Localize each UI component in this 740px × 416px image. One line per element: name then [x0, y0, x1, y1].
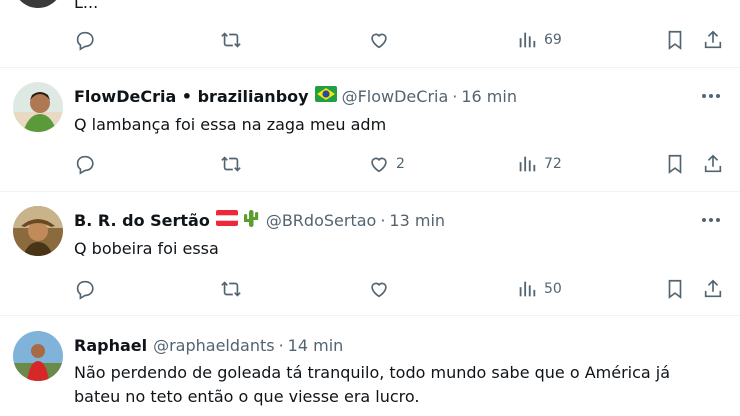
display-name[interactable]: B. R. do Sertão — [74, 211, 210, 230]
share-icon — [704, 30, 722, 49]
post-text: L... — [74, 0, 99, 12]
separator: · — [380, 210, 386, 230]
more-button[interactable] — [700, 86, 722, 106]
share-icon — [704, 279, 722, 298]
views-icon — [519, 156, 536, 172]
user-handle[interactable]: @FlowDeCria — [342, 87, 449, 106]
bookmark-icon — [668, 30, 682, 50]
like-button[interactable] — [368, 277, 390, 301]
more-icon — [702, 94, 706, 98]
retweet-icon — [221, 32, 241, 48]
like-button[interactable]: 2 — [368, 152, 405, 176]
brazil-flag-icon — [314, 86, 337, 106]
post-0[interactable]: L... 69 — [0, 0, 740, 68]
avatar[interactable] — [13, 0, 63, 8]
reply-icon — [76, 280, 94, 300]
action-bar: 2 72 — [74, 152, 726, 176]
views-count: 50 — [544, 281, 562, 297]
post-2[interactable]: B. R. do Sertão @BRdoSertao · 13 min Q b… — [0, 192, 740, 316]
avatar[interactable] — [13, 82, 63, 132]
more-button[interactable] — [700, 210, 722, 230]
separator: · — [278, 335, 284, 355]
cactus-icon — [241, 208, 261, 232]
like-icon — [371, 157, 387, 173]
separator: · — [452, 86, 458, 106]
reply-icon — [76, 31, 94, 51]
bookmark-icon — [668, 154, 682, 174]
display-name[interactable]: FlowDeCria • brazilianboy — [74, 87, 309, 106]
share-button[interactable] — [702, 277, 724, 301]
reply-button[interactable] — [74, 152, 96, 176]
action-bar: 50 — [74, 277, 726, 301]
post-text: Q lambança foi essa na zaga meu adm — [74, 115, 387, 134]
retweet-button[interactable] — [220, 152, 242, 176]
post-header: Raphael @raphaeldants · 14 min — [74, 334, 343, 356]
like-icon — [371, 33, 387, 49]
retweet-icon — [221, 281, 241, 297]
views-button[interactable]: 50 — [516, 277, 562, 301]
user-handle[interactable]: @BRdoSertao — [266, 211, 376, 230]
more-icon-dot — [709, 218, 713, 222]
post-time[interactable]: 14 min — [288, 336, 344, 355]
views-icon — [519, 281, 536, 297]
post-header: FlowDeCria • brazilianboy @FlowDeCria · … — [74, 85, 517, 107]
display-name[interactable]: Raphael — [74, 336, 147, 355]
retweet-button[interactable] — [220, 277, 242, 301]
like-button[interactable] — [368, 28, 390, 52]
likes-count: 2 — [396, 156, 405, 172]
like-icon — [371, 282, 387, 298]
retweet-icon — [221, 156, 241, 172]
more-icon — [702, 218, 706, 222]
post-time[interactable]: 16 min — [461, 87, 517, 106]
bookmark-button[interactable] — [664, 277, 686, 301]
post-time[interactable]: 13 min — [389, 211, 445, 230]
bookmark-icon — [668, 279, 682, 299]
views-count: 72 — [544, 156, 562, 172]
reply-button[interactable] — [74, 277, 96, 301]
post-text-line: Não perdendo de goleada tá tranquilo, to… — [74, 363, 671, 382]
more-icon-dot — [716, 218, 720, 222]
post-text: Q bobeira foi essa — [74, 239, 219, 258]
views-button[interactable]: 72 — [516, 152, 562, 176]
share-icon — [704, 154, 722, 173]
avatar[interactable] — [13, 331, 63, 381]
views-button[interactable]: 69 — [516, 28, 562, 52]
share-button[interactable] — [702, 152, 724, 176]
more-icon-dot — [716, 94, 720, 98]
user-handle[interactable]: @raphaeldants — [153, 336, 274, 355]
austria-flag-icon — [215, 210, 238, 230]
post-text-line: bateu no teto então o que viesse era luc… — [74, 387, 420, 406]
views-count: 69 — [544, 32, 562, 48]
reply-icon — [76, 155, 94, 175]
share-button[interactable] — [702, 28, 724, 52]
post-header: B. R. do Sertão @BRdoSertao · 13 min — [74, 209, 445, 231]
post-3[interactable]: Raphael @raphaeldants · 14 min Não perde… — [0, 316, 740, 416]
bookmark-button[interactable] — [664, 152, 686, 176]
avatar[interactable] — [13, 206, 63, 256]
post-text: Não perdendo de goleada tá tranquilo, to… — [74, 361, 694, 409]
more-icon-dot — [709, 94, 713, 98]
post-1[interactable]: FlowDeCria • brazilianboy @FlowDeCria · … — [0, 68, 740, 192]
bookmark-button[interactable] — [664, 28, 686, 52]
retweet-button[interactable] — [220, 28, 242, 52]
reply-button[interactable] — [74, 28, 96, 52]
action-bar: 69 — [74, 28, 726, 52]
views-icon — [519, 32, 536, 48]
